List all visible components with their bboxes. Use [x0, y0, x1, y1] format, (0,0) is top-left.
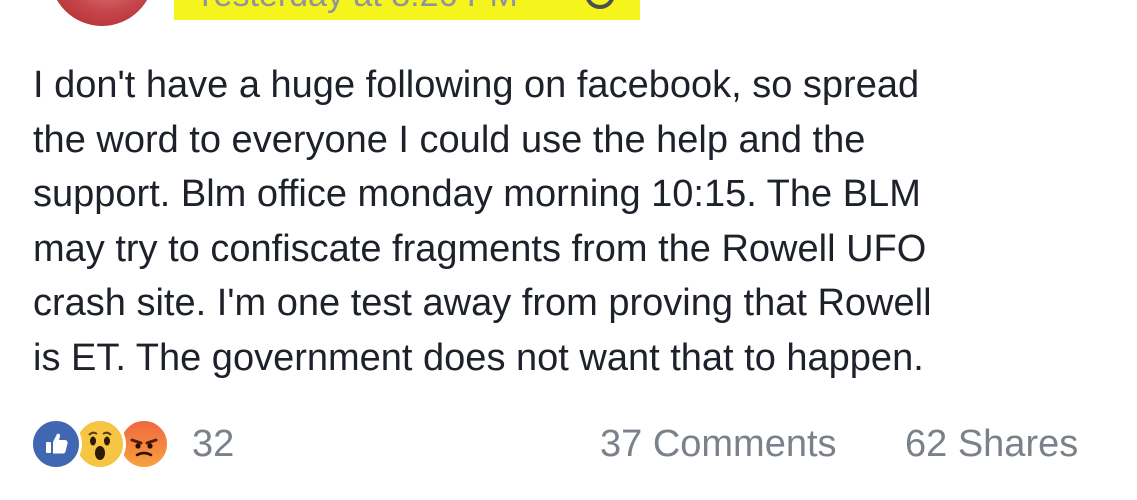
post-body-line: support. Blm office monday morning 10:15…: [33, 173, 921, 215]
thumbs-up-icon: [46, 433, 68, 454]
angry-face-icon: [130, 438, 158, 457]
post-body-line: may try to confiscate fragments from the…: [33, 227, 927, 270]
post-body-line: crash site. I'm one test away from provi…: [33, 282, 932, 324]
post-body: I don't have a huge following on faceboo…: [33, 58, 1113, 385]
globe-icon: [586, 0, 614, 9]
timestamp-highlight: Yesterday at 8:26 PM: [174, 0, 640, 20]
comments-link[interactable]: 37 Comments: [600, 424, 837, 464]
reactions-summary[interactable]: [30, 418, 190, 470]
post-body-line: is ET. The government does not want that…: [33, 336, 924, 379]
avatar[interactable]: [50, 0, 154, 26]
shares-link[interactable]: 62 Shares: [905, 424, 1078, 464]
wow-face-icon: [88, 431, 112, 460]
post-body-line: I don't have a huge following on faceboo…: [33, 64, 920, 106]
post-body-line: the word to everyone I could use the hel…: [33, 118, 866, 161]
reaction-count[interactable]: 32: [192, 424, 234, 464]
post-timestamp[interactable]: Yesterday at 8:26 PM: [194, 0, 518, 12]
like-icon[interactable]: [30, 418, 82, 470]
